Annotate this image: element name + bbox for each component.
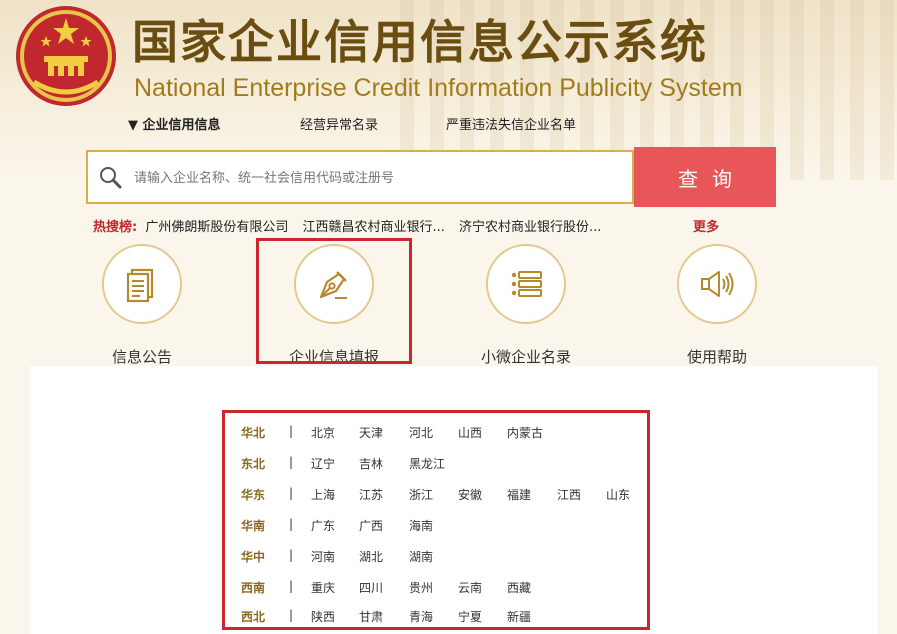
city-link[interactable]: 重庆 <box>311 579 335 596</box>
national-emblem-icon <box>16 6 116 106</box>
region-separator: | <box>289 486 294 500</box>
city-link[interactable]: 湖北 <box>359 548 383 565</box>
city-link[interactable]: 河南 <box>311 548 335 565</box>
list-icon <box>511 271 542 297</box>
search-input[interactable] <box>132 152 626 204</box>
city-link[interactable]: 新疆 <box>507 608 531 625</box>
city-link[interactable]: 辽宁 <box>311 455 335 472</box>
feature-enterprise-report[interactable]: 企业信息填报 <box>264 244 404 366</box>
city-link[interactable]: 贵州 <box>409 579 433 596</box>
city-link[interactable]: 山东 <box>606 486 630 503</box>
city-link[interactable]: 天津 <box>359 424 383 441</box>
city-link[interactable]: 甘肃 <box>359 608 383 625</box>
feature-label: 使用帮助 <box>686 348 747 366</box>
city-link[interactable]: 山西 <box>458 424 482 441</box>
hot-search-item[interactable]: 济宁农村商业银行股份... <box>459 220 601 235</box>
search-button[interactable]: 查询 <box>634 147 776 207</box>
feature-circle <box>102 244 182 324</box>
hot-search-label: 热搜榜: <box>93 220 138 235</box>
feature-info-notice[interactable]: 信息公告 <box>72 244 212 366</box>
city-link[interactable]: 吉林 <box>359 455 383 472</box>
city-link[interactable]: 西藏 <box>507 579 531 596</box>
hot-search-item[interactable]: 江西赣昌农村商业银行... <box>303 220 445 235</box>
site-title: 国家企业信用信息公示系统 <box>132 15 708 69</box>
region-name: 华中 <box>241 550 266 564</box>
nav-item-abnormal-list[interactable]: 经营异常名录 <box>300 114 378 133</box>
city-link[interactable]: 内蒙古 <box>507 424 543 441</box>
city-link[interactable]: 四川 <box>359 579 383 596</box>
region-separator: | <box>289 548 294 562</box>
feature-small-business-list[interactable]: 小微企业名录 <box>456 244 596 366</box>
feature-help[interactable]: 使用帮助 <box>647 244 787 366</box>
region-separator: | <box>289 424 294 438</box>
region-separator: | <box>289 455 294 469</box>
region-name: 西南 <box>241 581 266 595</box>
city-link[interactable]: 黑龙江 <box>409 455 445 472</box>
feature-circle <box>486 244 566 324</box>
hot-search-more-link[interactable]: 更多 <box>693 216 719 235</box>
city-link[interactable]: 广西 <box>359 517 383 534</box>
region-separator: | <box>289 579 294 593</box>
city-link[interactable]: 陕西 <box>311 608 335 625</box>
pen-icon <box>319 271 347 299</box>
city-link[interactable]: 北京 <box>311 424 335 441</box>
city-link[interactable]: 广东 <box>311 517 335 534</box>
region-name: 华北 <box>241 426 266 440</box>
feature-circle <box>677 244 757 324</box>
search-box <box>86 150 634 204</box>
region-separator: | <box>289 517 294 531</box>
feature-label: 信息公告 <box>111 348 172 366</box>
nav-item-credit-info[interactable]: ▼ 企业信用信息 <box>128 114 221 133</box>
city-link[interactable]: 云南 <box>458 579 482 596</box>
feature-label: 小微企业名录 <box>480 348 571 366</box>
dropdown-triangle-icon: ▼ <box>128 118 143 133</box>
region-separator: | <box>289 608 294 622</box>
city-link[interactable]: 上海 <box>311 486 335 503</box>
region-name: 东北 <box>241 457 266 471</box>
feature-circle <box>294 244 374 324</box>
search-icon <box>100 167 122 189</box>
feature-label: 企业信息填报 <box>288 348 379 366</box>
region-list-box: 华北 | 北京 天津 河北 山西 内蒙古 东北 | 辽宁 吉林 黑龙江 华东 |… <box>222 410 650 630</box>
city-link[interactable]: 江西 <box>557 486 581 503</box>
hot-search-item[interactable]: 广州佛朗斯股份有限公司 <box>145 220 288 235</box>
city-link[interactable]: 河北 <box>409 424 433 441</box>
site-subtitle: National Enterprise Credit Information P… <box>134 74 743 102</box>
city-link[interactable]: 浙江 <box>409 486 433 503</box>
hot-search-bar: 热搜榜: 广州佛朗斯股份有限公司 江西赣昌农村商业银行... 济宁农村商业银行股… <box>93 216 611 235</box>
city-link[interactable]: 海南 <box>409 517 433 534</box>
city-link[interactable]: 宁夏 <box>458 608 482 625</box>
speaker-icon <box>701 271 734 297</box>
city-link[interactable]: 福建 <box>507 486 531 503</box>
region-name: 华南 <box>241 519 266 533</box>
city-link[interactable]: 安徽 <box>458 486 482 503</box>
city-link[interactable]: 江苏 <box>359 486 383 503</box>
city-link[interactable]: 湖南 <box>409 548 433 565</box>
region-name: 西北 <box>241 610 266 624</box>
city-link[interactable]: 青海 <box>409 608 433 625</box>
document-icon <box>126 268 154 303</box>
region-name: 华东 <box>241 488 266 502</box>
nav-item-blacklist[interactable]: 严重违法失信企业名单 <box>446 114 576 133</box>
